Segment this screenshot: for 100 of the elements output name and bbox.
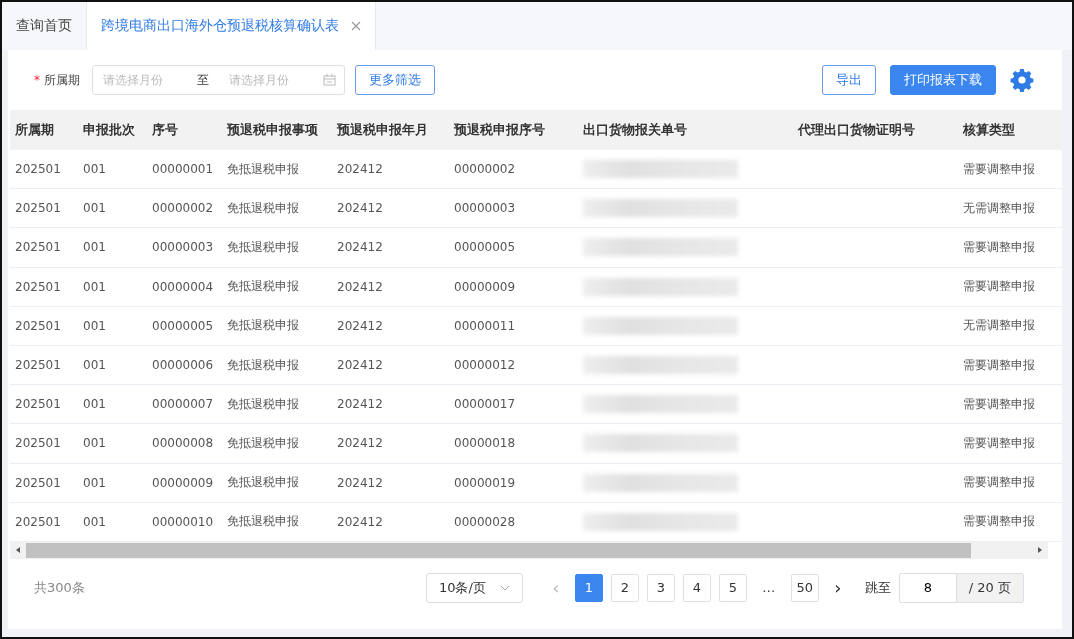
- page-ellipsis[interactable]: …: [754, 573, 783, 602]
- settings-icon[interactable]: [1010, 68, 1034, 92]
- tab[interactable]: 跨境电商出口海外仓预退税核算确认表: [86, 2, 376, 50]
- table-cell: 免抵退税申报: [227, 396, 299, 411]
- page-button[interactable]: 4: [682, 573, 711, 602]
- table-cell: 202412: [337, 397, 383, 412]
- table-cell: 00000005: [152, 318, 214, 333]
- column-header: 所属期: [14, 121, 55, 139]
- table-cell: 00000004: [152, 279, 214, 294]
- table-cell: 需要调整申报: [963, 396, 1035, 411]
- period-label: * 所属期: [34, 71, 80, 89]
- chevron-down-icon: [499, 584, 510, 591]
- range-separator: 至: [196, 71, 209, 89]
- table-cell: 001: [83, 397, 106, 412]
- table-cell: 001: [83, 201, 106, 216]
- table-cell: 202501: [15, 475, 61, 490]
- table-cell: 202412: [337, 358, 383, 373]
- table-cell: 00000003: [454, 201, 516, 216]
- table-cell: 001: [83, 240, 106, 255]
- table-cell: 00000018: [454, 436, 516, 451]
- table-cell: 需要调整申报: [963, 435, 1035, 450]
- table-cell: 免抵退税申报: [227, 239, 299, 254]
- table-cell: 00000012: [454, 358, 516, 373]
- column-header: 预退税申报事项: [226, 121, 319, 139]
- table-cell: 需要调整申报: [963, 514, 1035, 529]
- table-cell: 202412: [337, 318, 383, 333]
- table-cell: 202501: [15, 201, 61, 216]
- column-header: 核算类型: [962, 121, 1016, 139]
- page-button[interactable]: 50: [790, 573, 819, 602]
- table-cell: 001: [83, 436, 106, 451]
- action-button[interactable]: 导出: [822, 65, 876, 95]
- more-filters-button[interactable]: 更多筛选: [354, 65, 435, 95]
- table-cell: 202412: [337, 162, 383, 177]
- table-cell: 00000011: [454, 318, 516, 333]
- table-cell: 00000017: [454, 397, 516, 412]
- table-cell: 免抵退税申报: [227, 318, 299, 333]
- page-button[interactable]: 3: [646, 573, 675, 602]
- jump-label: 跳至: [864, 578, 891, 597]
- table-cell: 001: [83, 162, 106, 177]
- table-cell: 202501: [15, 318, 61, 333]
- table-cell: 202501: [15, 162, 61, 177]
- table-cell: 00000008: [152, 436, 214, 451]
- table-cell: 需要调整申报: [963, 279, 1035, 294]
- table-cell: 免抵退税申报: [227, 200, 299, 215]
- table-cell: 免抵退税申报: [227, 435, 299, 450]
- column-header: 代理出口货物证明号: [796, 121, 916, 139]
- table-cell: 202501: [15, 240, 61, 255]
- action-button[interactable]: 打印报表下载: [890, 65, 996, 95]
- table-cell: 免抵退税申报: [227, 279, 299, 294]
- scroll-right-icon[interactable]: [1036, 546, 1044, 555]
- table-cell: 202412: [337, 514, 383, 529]
- table-cell: 00000007: [152, 397, 214, 412]
- table-cell: 202501: [15, 436, 61, 451]
- table-cell: 00000028: [454, 514, 516, 529]
- jump-page-input[interactable]: 8: [899, 573, 956, 602]
- table-cell: 免抵退税申报: [227, 161, 299, 176]
- table-cell: 免抵退税申报: [227, 514, 299, 529]
- jump-page-field[interactable]: 8 / 20 页: [898, 572, 1024, 603]
- tab[interactable]: 查询首页: [2, 2, 86, 50]
- table-cell: 202412: [337, 436, 383, 451]
- table-cell: 无需调整申报: [963, 200, 1035, 215]
- column-header: 预退税申报序号: [453, 121, 546, 139]
- table-cell: 00000002: [454, 162, 516, 177]
- table-cell: 需要调整申报: [963, 239, 1035, 254]
- table-cell: 001: [83, 358, 106, 373]
- table-cell: 202412: [337, 240, 383, 255]
- table-cell: 202501: [15, 397, 61, 412]
- table-cell: 001: [83, 475, 106, 490]
- page-button[interactable]: 5: [718, 573, 747, 602]
- table-cell: 00000002: [152, 201, 214, 216]
- table-cell: 00000009: [152, 475, 214, 490]
- calendar-icon: [322, 74, 336, 86]
- table-cell: 202412: [337, 475, 383, 490]
- column-header: 预退税申报年月: [336, 121, 429, 139]
- table-cell: 202412: [337, 201, 383, 216]
- table-cell: 001: [83, 514, 106, 529]
- close-icon[interactable]: [351, 21, 361, 31]
- page-button[interactable]: 2: [610, 573, 639, 602]
- page-size-select[interactable]: 10条/页: [425, 572, 523, 603]
- table-cell: 需要调整申报: [963, 357, 1035, 372]
- table-cell: 00000006: [152, 358, 214, 373]
- table-cell: 需要调整申报: [963, 475, 1035, 490]
- table-cell: 202501: [15, 358, 61, 373]
- scroll-left-icon[interactable]: [14, 546, 22, 555]
- column-header: 序号: [151, 121, 179, 139]
- table-cell: 001: [83, 318, 106, 333]
- table-cell: 202501: [15, 279, 61, 294]
- page-total-suffix: / 20 页: [955, 573, 1023, 602]
- table-cell: 免抵退税申报: [227, 357, 299, 372]
- table-cell: 00000010: [152, 514, 214, 529]
- page-button[interactable]: 1: [574, 573, 603, 602]
- table-cell: 无需调整申报: [963, 318, 1035, 333]
- table-cell: 00000003: [152, 240, 214, 255]
- column-header: 出口货物报关单号: [582, 121, 688, 139]
- total-count: 共300条: [34, 578, 85, 597]
- table-cell: 00000019: [454, 475, 516, 490]
- next-page-button[interactable]: ›: [826, 577, 849, 599]
- month-range-field[interactable]: 请选择月份 至 请选择月份: [91, 65, 345, 95]
- table-cell: 00000009: [454, 279, 516, 294]
- table-cell: 001: [83, 279, 106, 294]
